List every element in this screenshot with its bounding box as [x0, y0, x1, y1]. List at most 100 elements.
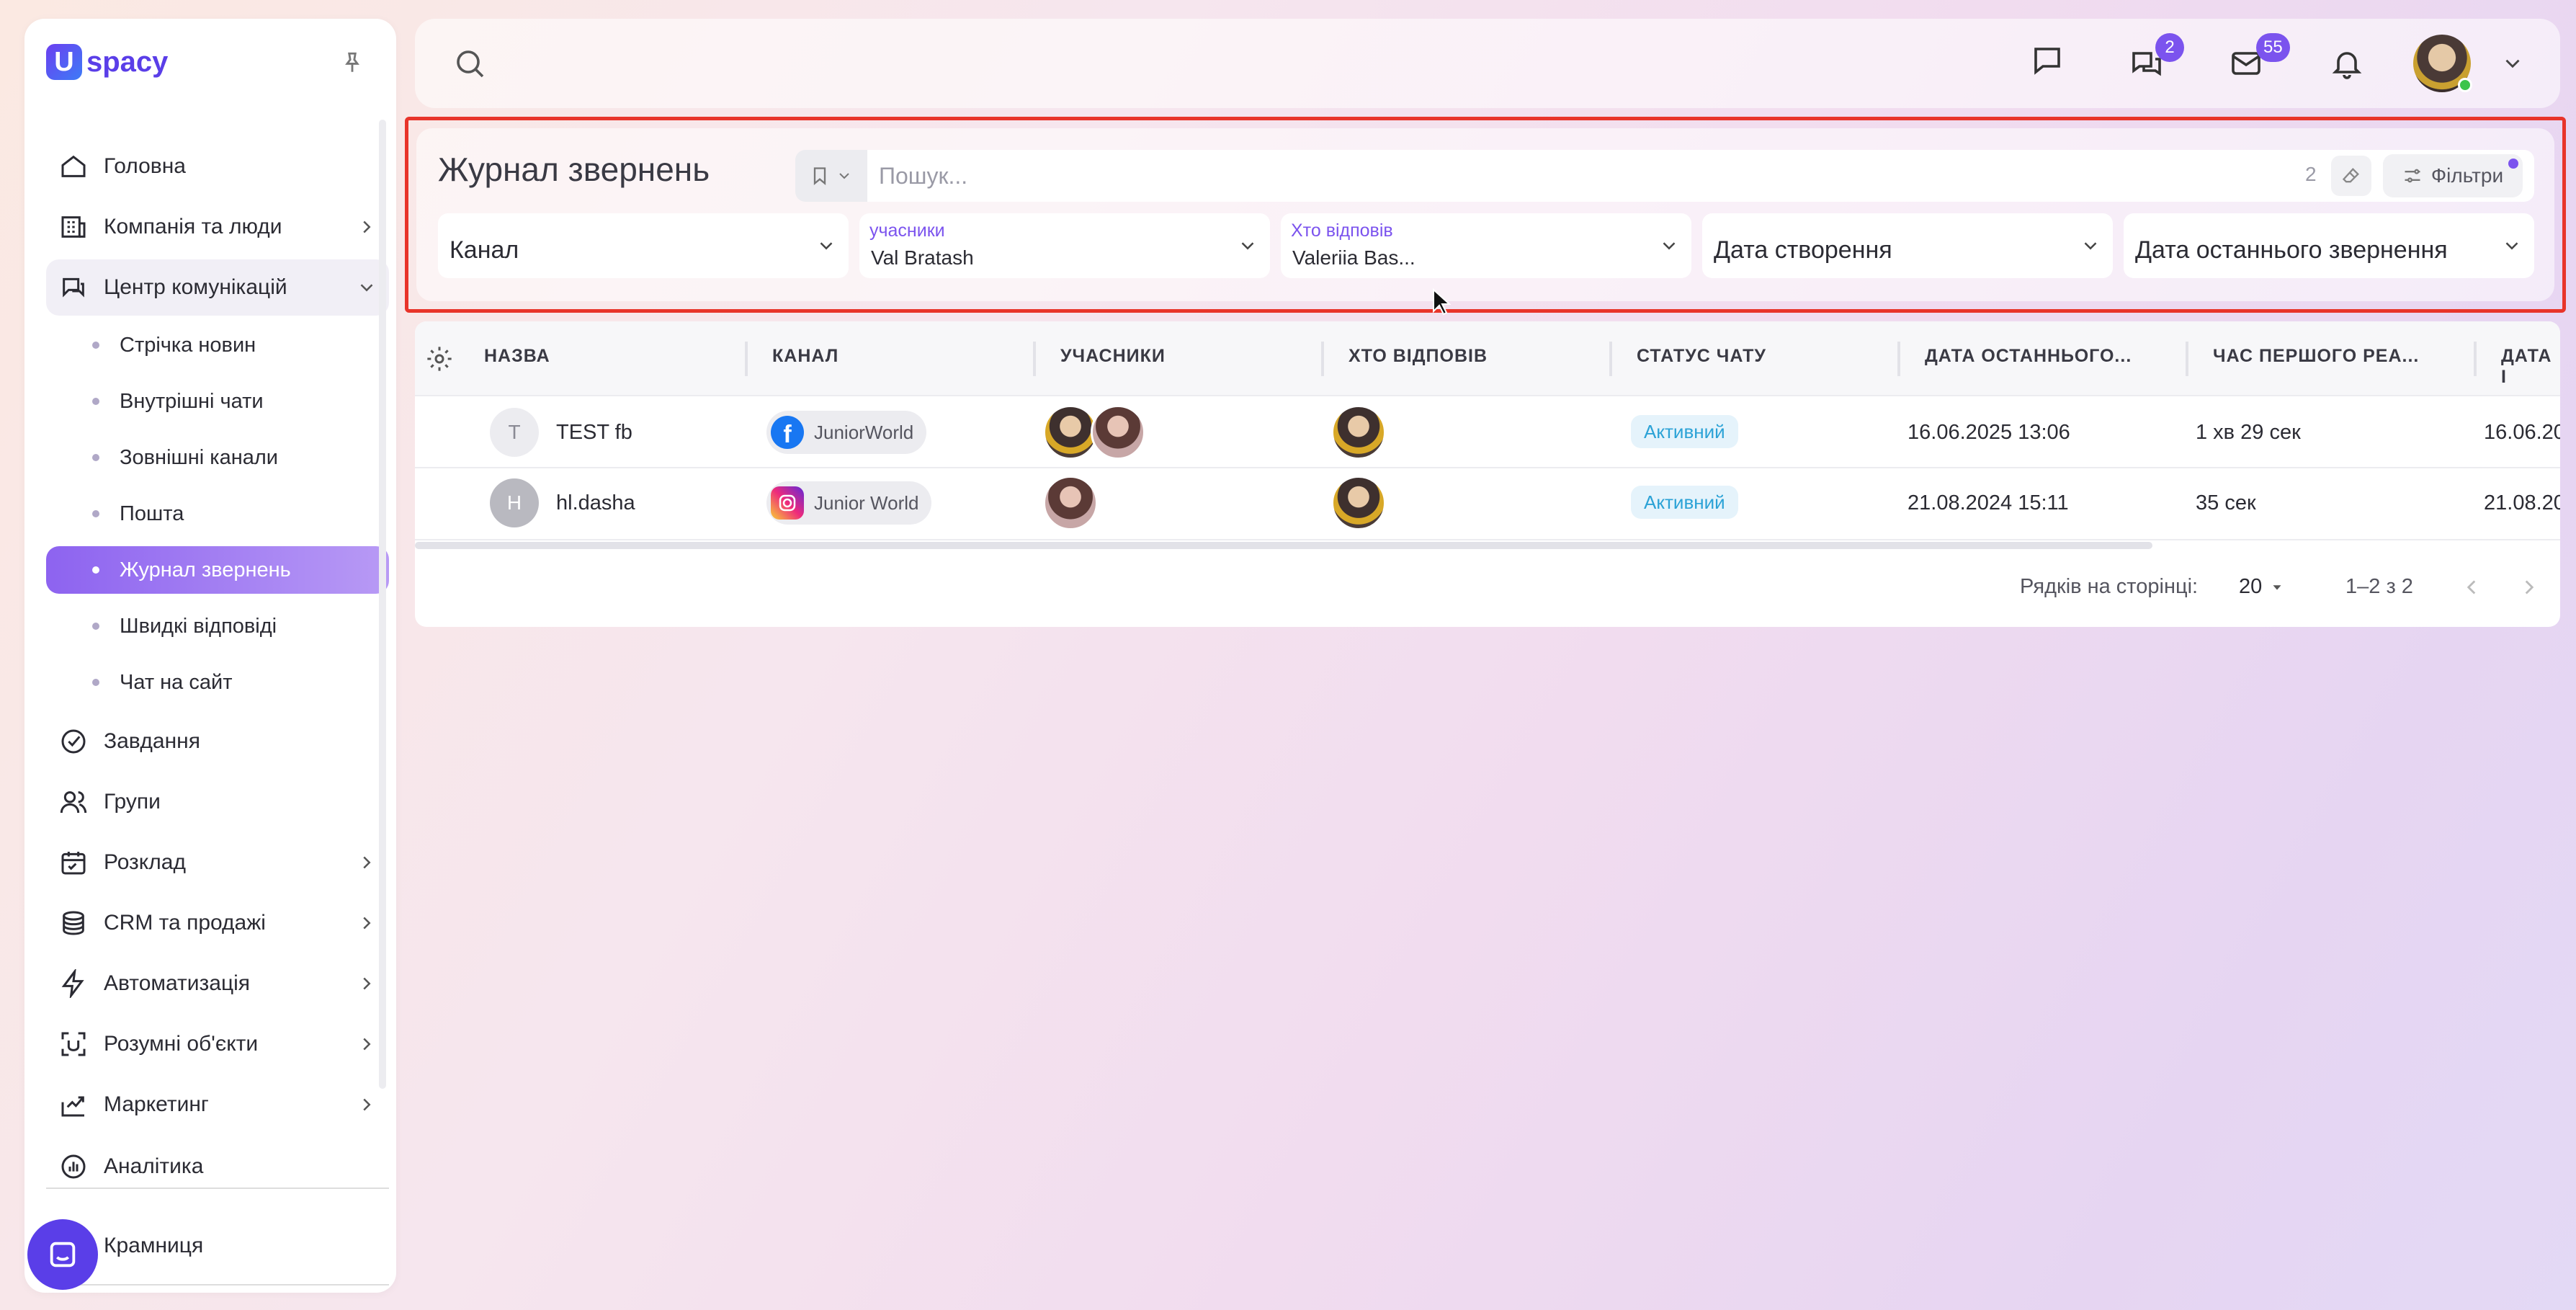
chevron-right-icon: [363, 856, 371, 869]
column-header[interactable]: УЧАСНИКИ: [1060, 346, 1166, 367]
messages-icon[interactable]: [2024, 37, 2070, 84]
sidebar-item-analytics[interactable]: Аналітика: [46, 1139, 389, 1195]
chevron-down-icon[interactable]: [2490, 40, 2536, 86]
sidebar-item-groups[interactable]: Групи: [46, 774, 389, 830]
sliders-icon: [2405, 169, 2420, 183]
communication-icon: [58, 272, 89, 303]
sidebar-item-schedule[interactable]: Розклад: [46, 834, 389, 891]
bullet: [92, 510, 99, 517]
pin-icon[interactable]: [334, 45, 370, 81]
subitem-request-log[interactable]: Журнал звернень: [46, 546, 389, 594]
column-header[interactable]: НАЗВА: [484, 346, 550, 367]
channel-chip[interactable]: Junior World: [766, 481, 932, 525]
filters-button[interactable]: Фільтри: [2383, 154, 2523, 197]
sidebar-item-label: Компанія та люди: [104, 215, 282, 239]
created-date-dropdown[interactable]: Дата створення: [1702, 213, 2113, 278]
row-initial-avatar: H: [490, 478, 539, 527]
sidebar-item-company[interactable]: Компанія та люди: [46, 199, 389, 255]
table-row[interactable]: T TEST fb f JuniorWorld Активний 16.06.2…: [415, 396, 2560, 468]
support-chat-button[interactable]: [27, 1219, 98, 1290]
sidebar-item-store[interactable]: Крамниця: [46, 1218, 389, 1274]
subitem-label: Пошта: [120, 502, 184, 525]
participant-avatar[interactable]: [1043, 405, 1098, 460]
clear-filters-button[interactable]: [2331, 156, 2371, 196]
chevron-down-icon: [1241, 242, 1254, 250]
subitem-external-channels[interactable]: Зовнішні канали: [46, 434, 389, 481]
responder-avatar[interactable]: [1331, 476, 1386, 530]
subitem-site-chat[interactable]: Чат на сайт: [46, 659, 389, 706]
column-header[interactable]: ХТО ВІДПОВІВ: [1349, 346, 1488, 367]
chevron-down-icon: [1663, 242, 1676, 250]
dropdown-small-label: учасники: [869, 220, 945, 241]
rows-per-page-label: Рядків на сторінці:: [2020, 575, 2199, 598]
sidebar-item-communication[interactable]: Центр комунікацій: [46, 259, 389, 316]
last-request-date-dropdown[interactable]: Дата останнього звернення: [2124, 213, 2534, 278]
table-row[interactable]: H hl.dasha Junior World Активний 21.08.2…: [415, 468, 2560, 540]
sidebar-item-home[interactable]: Головна: [46, 138, 389, 195]
subitem-label: Зовнішні канали: [120, 445, 279, 469]
column-separator[interactable]: [1897, 342, 1900, 376]
chevron-down-icon: [2505, 242, 2518, 250]
sidebar-item-smart-objects[interactable]: Розумні об'єкти: [46, 1016, 389, 1072]
dropdown-value: Val Bratash: [871, 246, 974, 269]
responder-avatar[interactable]: [1331, 405, 1386, 460]
home-icon: [58, 151, 89, 182]
sidebar-item-label: Крамниця: [104, 1234, 204, 1257]
bell-icon[interactable]: [2324, 40, 2370, 86]
chevron-right-icon: [363, 917, 371, 930]
created-date: 21.08.20: [2484, 491, 2560, 514]
search-input[interactable]: Пошук...: [867, 150, 2534, 202]
calendar-icon: [58, 847, 89, 878]
subitem-mail[interactable]: Пошта: [46, 490, 389, 538]
responder-dropdown[interactable]: Хто відповів Valeriia Bas...: [1281, 213, 1691, 278]
sidebar-item-marketing[interactable]: Маркетинг: [46, 1077, 389, 1133]
column-separator[interactable]: [1033, 342, 1036, 376]
rows-per-page-select[interactable]: 20: [2239, 575, 2285, 599]
logo[interactable]: U spacy: [46, 40, 168, 84]
participant-avatar[interactable]: [1043, 476, 1098, 530]
dropdown-label: Дата створення: [1714, 236, 1892, 264]
requests-table: НАЗВА КАНАЛ УЧАСНИКИ ХТО ВІДПОВІВ СТАТУС…: [415, 321, 2560, 627]
subitem-quick-replies[interactable]: Швидкі відповіді: [46, 602, 389, 650]
column-separator[interactable]: [745, 342, 748, 376]
column-separator[interactable]: [1321, 342, 1324, 376]
next-page-button[interactable]: [2517, 575, 2541, 603]
subitem-internal-chats[interactable]: Внутрішні чати: [46, 378, 389, 425]
sidebar-item-label: Розумні об'єкти: [104, 1032, 259, 1056]
prev-page-button[interactable]: [2459, 575, 2484, 603]
participant-avatar[interactable]: [1091, 405, 1145, 460]
column-separator[interactable]: [2186, 342, 2188, 376]
column-header[interactable]: ДАТА I: [2501, 346, 2560, 388]
participants-dropdown[interactable]: учасники Val Bratash: [859, 213, 1270, 278]
subitem-label: Стрічка новин: [120, 333, 256, 357]
channel-dropdown[interactable]: Канал: [438, 213, 849, 278]
sidebar-divider: [46, 1284, 389, 1286]
chevron-down-icon: [820, 242, 833, 250]
sidebar-scrollbar[interactable]: [379, 120, 386, 1089]
chevron-right-icon: [363, 1098, 371, 1111]
created-date: 16.06.20: [2484, 421, 2560, 444]
column-header[interactable]: ЧАС ПЕРШОГО РЕА...: [2213, 346, 2419, 367]
saved-filters-button[interactable]: [795, 150, 867, 202]
caret-down-icon: [2273, 584, 2281, 590]
search-icon[interactable]: [447, 40, 493, 86]
sidebar-item-crm[interactable]: CRM та продажі: [46, 895, 389, 951]
column-separator[interactable]: [2474, 342, 2477, 376]
sidebar-item-automation[interactable]: Автоматизація: [46, 955, 389, 1012]
gear-icon[interactable]: [425, 344, 454, 377]
channel-chip[interactable]: f JuniorWorld: [766, 411, 927, 454]
column-header[interactable]: КАНАЛ: [772, 346, 838, 367]
column-header[interactable]: ДАТА ОСТАННЬОГО...: [1925, 346, 2132, 367]
sidebar-item-label: Розклад: [104, 850, 186, 874]
bullet: [92, 454, 99, 461]
logo-text: spacy: [86, 45, 169, 78]
horizontal-scrollbar[interactable]: [415, 542, 2152, 549]
rows-per-page-value: 20: [2239, 575, 2263, 598]
sidebar-item-tasks[interactable]: Завдання: [46, 713, 389, 770]
column-header[interactable]: СТАТУС ЧАТУ: [1637, 346, 1766, 367]
company-icon: [58, 211, 89, 243]
subitem-news-feed[interactable]: Стрічка новин: [46, 321, 389, 369]
sidebar-item-label: Центр комунікацій: [104, 275, 287, 299]
column-separator[interactable]: [1609, 342, 1612, 376]
user-avatar[interactable]: [2413, 35, 2472, 92]
